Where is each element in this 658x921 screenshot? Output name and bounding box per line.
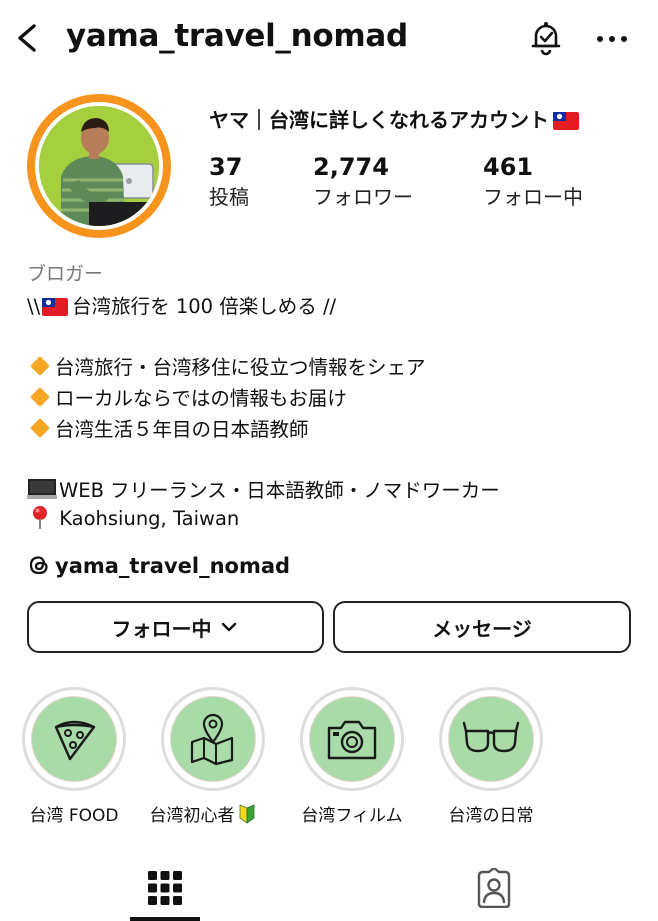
stat-posts-value: 37 bbox=[209, 153, 243, 181]
highlight-label-with-icon: 台湾初心者 bbox=[133, 801, 273, 826]
following-button-label: フォロー中 bbox=[111, 616, 212, 641]
bio-bullet-text: 台湾生活５年目の日本語教師 bbox=[55, 418, 309, 441]
display-name: ヤマ｜台湾に詳しくなれるアカウント bbox=[209, 104, 579, 133]
bell-check-icon[interactable] bbox=[526, 18, 566, 58]
taiwan-flag-icon bbox=[553, 112, 579, 130]
highlight-label: 台湾 FOOD bbox=[29, 806, 119, 826]
bio-location-text: Kaohsiung, Taiwan bbox=[53, 507, 240, 530]
highlight-label: 台湾の日常 bbox=[448, 806, 534, 826]
bio-line-1-text: 台湾旅行を 100 倍楽しめる // bbox=[72, 295, 337, 318]
bio-bullet-3: 台湾生活５年目の日本語教師 bbox=[27, 413, 309, 442]
active-tab-indicator bbox=[130, 917, 200, 921]
sunglasses-icon bbox=[462, 721, 520, 753]
pizza-slice-icon bbox=[54, 720, 96, 761]
profile-category: ブロガー bbox=[27, 263, 104, 285]
bio-bullet-2: ローカルならではの情報もお届け bbox=[27, 382, 347, 411]
threads-handle: yama_travel_nomad bbox=[55, 554, 291, 578]
tagged-person-icon[interactable] bbox=[475, 868, 513, 908]
message-button-label: メッセージ bbox=[432, 616, 532, 641]
bio-line-1-prefix: \\ bbox=[27, 295, 41, 318]
highlight-label: 台湾フィルム bbox=[301, 806, 403, 826]
message-button[interactable]: メッセージ bbox=[333, 601, 631, 653]
orange-diamond-icon bbox=[30, 418, 50, 438]
highlight-film[interactable] bbox=[300, 687, 404, 791]
beginner-mark-icon bbox=[239, 804, 254, 824]
highlight-daily[interactable] bbox=[439, 687, 543, 791]
stat-posts[interactable]: 37 投稿 bbox=[209, 153, 249, 210]
stat-following[interactable]: 461 フォロー中 bbox=[483, 153, 583, 210]
display-name-text: ヤマ｜台湾に詳しくなれるアカウント bbox=[209, 108, 549, 132]
avatar[interactable] bbox=[39, 106, 159, 226]
highlight-label: 台湾初心者 bbox=[149, 806, 235, 826]
highlight-cover bbox=[170, 696, 256, 782]
stat-followers-label: フォロワー bbox=[313, 185, 413, 209]
camera-icon bbox=[327, 720, 377, 760]
bio-work-line: WEB フリーランス・日本語教師・ノマドワーカー bbox=[27, 474, 500, 503]
orange-diamond-icon bbox=[30, 356, 50, 376]
threads-icon bbox=[29, 556, 48, 575]
highlight-taiwan-food[interactable] bbox=[22, 687, 126, 791]
taiwan-flag-icon bbox=[42, 298, 69, 316]
grid-icon[interactable] bbox=[146, 869, 184, 907]
orange-diamond-icon bbox=[30, 387, 50, 407]
threads-link[interactable]: yama_travel_nomad bbox=[27, 553, 290, 578]
bio-bullet-1: 台湾旅行・台湾移住に役立つ情報をシェア bbox=[27, 351, 426, 380]
round-pushpin-icon bbox=[33, 506, 47, 529]
bio-bullet-text: ローカルならではの情報もお届け bbox=[55, 387, 347, 410]
chevron-down-icon bbox=[221, 622, 236, 632]
bio-work-text: WEB フリーランス・日本語教師・ノマドワーカー bbox=[59, 479, 500, 502]
stat-following-label: フォロー中 bbox=[483, 185, 583, 209]
bio-bullet-text: 台湾旅行・台湾移住に役立つ情報をシェア bbox=[55, 356, 426, 379]
stat-posts-label: 投稿 bbox=[209, 185, 249, 209]
computer-icon bbox=[27, 479, 57, 499]
following-button[interactable]: フォロー中 bbox=[27, 601, 324, 653]
profile-username: yama_travel_nomad bbox=[66, 18, 408, 54]
highlight-cover bbox=[31, 696, 117, 782]
highlight-cover bbox=[309, 696, 395, 782]
bio-location-line: Kaohsiung, Taiwan bbox=[27, 505, 239, 530]
back-chevron-icon[interactable] bbox=[10, 20, 46, 56]
highlight-cover bbox=[448, 696, 534, 782]
stat-following-value: 461 bbox=[483, 153, 534, 181]
highlight-beginners[interactable] bbox=[161, 687, 265, 791]
map-pin-icon bbox=[190, 713, 234, 766]
bio-line-1: \\ 台湾旅行を 100 倍楽しめる // bbox=[27, 290, 336, 319]
stat-followers[interactable]: 2,774 フォロワー bbox=[313, 153, 413, 210]
more-options-icon[interactable] bbox=[592, 24, 632, 54]
stat-followers-value: 2,774 bbox=[313, 153, 389, 181]
